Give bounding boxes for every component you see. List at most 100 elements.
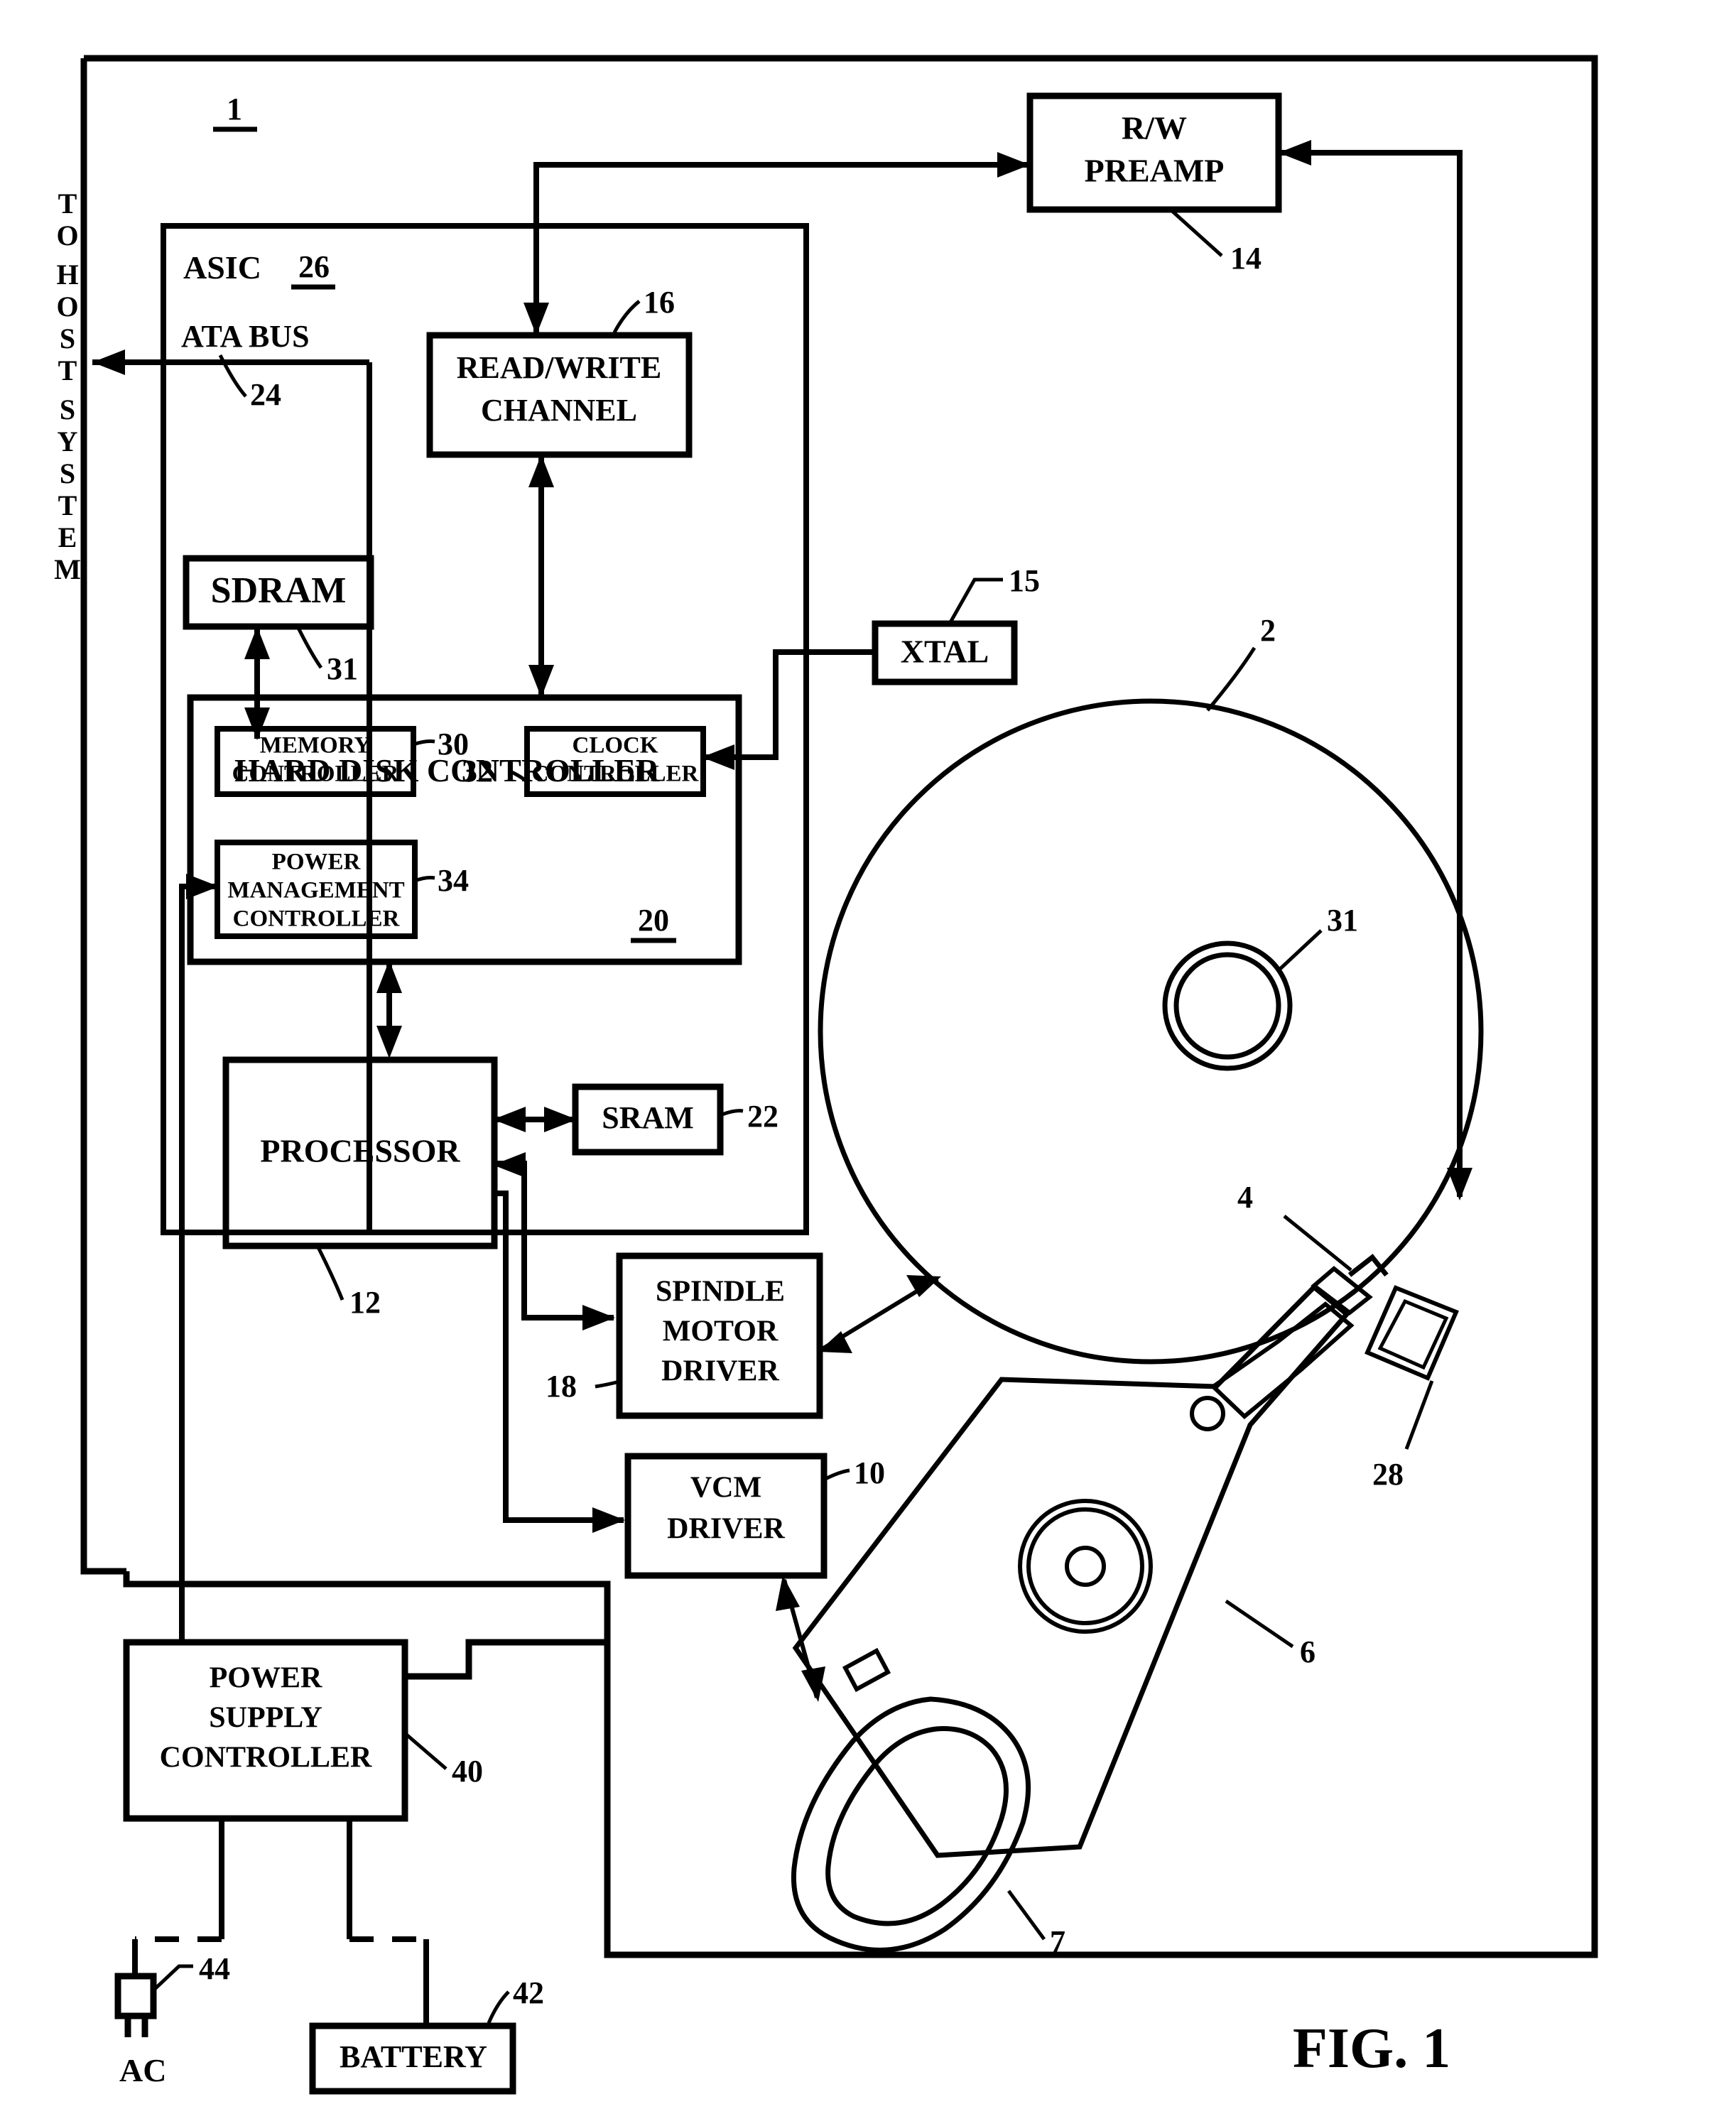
preamp-to-head-line <box>1279 150 1463 1197</box>
vcm-line1: VCM <box>690 1472 761 1504</box>
processor-sram-arrowhead-left <box>493 1107 526 1132</box>
clock-controller-line2: CONTROLLER <box>532 761 700 787</box>
rw-channel-label-line2: CHANNEL <box>481 393 637 428</box>
processor-top-arrowhead <box>376 1026 402 1058</box>
ramp-ref-leader <box>1404 1380 1434 1450</box>
rw-preamp-label-line1: R/W <box>1122 110 1187 146</box>
psc-line2: SUPPLY <box>209 1702 322 1735</box>
ata-bus-label: ATA BUS <box>181 319 310 354</box>
rw-channel-ref: 16 <box>644 285 675 320</box>
power-rail-to-enclosure <box>405 1639 607 1680</box>
coil-arm-bracket <box>842 1647 891 1693</box>
xtal-ref: 15 <box>1009 563 1040 598</box>
battery-label: BATTERY <box>340 2039 487 2074</box>
sram-ref-leader <box>720 1109 744 1117</box>
vcm-input-arrowhead <box>592 1507 625 1533</box>
actuator-arm-ref: 6 <box>1300 1634 1315 1669</box>
memory-controller-ref-leader <box>413 739 435 747</box>
svg-text:S: S <box>60 394 75 425</box>
spindle-line1: SPINDLE <box>656 1276 785 1308</box>
sram-ref: 22 <box>747 1099 779 1134</box>
spindle-ref-leader <box>595 1379 620 1389</box>
pmc-line3: CONTROLLER <box>233 906 401 932</box>
svg-text:S: S <box>60 322 75 354</box>
rw-preamp-ref-leader <box>1171 210 1223 257</box>
head-ref: 4 <box>1237 1180 1253 1215</box>
sdram-arrowhead-up <box>244 627 270 659</box>
memory-controller-line2: CONTROLLER <box>232 761 400 787</box>
preamp-left-arrowhead <box>997 152 1030 178</box>
xtal-ref-leader <box>948 577 1003 624</box>
pmc-ref: 34 <box>438 863 469 898</box>
pmc-line2: MANAGEMENT <box>227 878 404 904</box>
pmc-input-arrowhead <box>186 874 219 899</box>
hdc-ref: 20 <box>638 903 669 938</box>
vcm-ref: 10 <box>854 1455 885 1490</box>
voice-coil-ref: 7 <box>1050 1924 1065 1959</box>
xtal-label: XTAL <box>901 634 989 670</box>
clock-controller-ref: 32 <box>462 754 493 788</box>
svg-text:H: H <box>56 259 78 291</box>
enclosure-left-lower <box>80 58 126 1575</box>
ata-bus-ref: 24 <box>250 377 281 412</box>
actuator-pivot-mid <box>1026 1507 1144 1625</box>
svg-text:M: M <box>54 553 81 585</box>
spindle-line3: DRIVER <box>661 1355 779 1388</box>
psc-line1: POWER <box>210 1662 322 1695</box>
assembly-ref-1: 1 <box>227 92 242 126</box>
actuator-arm-ref-leader <box>1225 1599 1294 1649</box>
rw-preamp-ref: 14 <box>1230 241 1262 276</box>
spindle-input-arrowhead <box>582 1305 615 1330</box>
spindle-line2: MOTOR <box>663 1316 779 1348</box>
coil-ref-leader <box>1007 1889 1046 1941</box>
spindle-hub-inner <box>1173 952 1281 1060</box>
to-host-system-label: T O H O S T S Y S T E M <box>54 188 81 585</box>
ac-plug-body <box>114 1973 157 2019</box>
psc-ref: 40 <box>452 1754 483 1789</box>
load-unload-ramp <box>1365 1285 1459 1381</box>
memory-controller-line1: MEMORY <box>260 733 371 759</box>
processor-to-spindle-line <box>497 1161 614 1321</box>
processor-ref: 12 <box>349 1285 381 1320</box>
pmc-input-line <box>179 884 217 1641</box>
processor-label: PROCESSOR <box>260 1133 460 1169</box>
svg-text:E: E <box>58 521 77 553</box>
svg-text:T: T <box>58 188 77 219</box>
spindle-hub-ref-leader <box>1277 929 1323 972</box>
figure-1-diagram: 1 T O H O S T S Y S T E M ASIC 26 ATA BU… <box>54 55 1598 2095</box>
disk-platter <box>818 698 1484 1365</box>
preamp-to-channel-line <box>533 162 1030 334</box>
hdc-top-arrowhead-channel <box>528 665 554 698</box>
asic-ref: 26 <box>298 249 330 284</box>
spindle-ref: 18 <box>546 1369 577 1404</box>
rw-channel-ref-leader <box>612 300 641 334</box>
processor-right-arrowhead-lower <box>493 1152 526 1178</box>
svg-text:T: T <box>58 489 77 521</box>
actuator-pivot-outer <box>1018 1499 1153 1634</box>
asic-title: ASIC <box>183 249 261 286</box>
psc-ref-leader <box>403 1732 447 1770</box>
ac-plug-ref: 44 <box>199 1951 230 1986</box>
svg-text:S: S <box>60 457 75 489</box>
sdram-ref-leader <box>296 627 323 669</box>
head-ref-leader <box>1283 1215 1352 1271</box>
channel-bottom-arrowhead <box>528 455 554 487</box>
vcm-line2: DRIVER <box>667 1513 785 1546</box>
clock-ctrl-arrowhead <box>702 744 734 770</box>
pmc-line1: POWER <box>272 850 362 875</box>
battery-ref: 42 <box>513 1975 544 2010</box>
psc-line3: CONTROLLER <box>160 1742 372 1774</box>
processor-ref-leader <box>316 1246 345 1301</box>
ac-plug-ref-leader <box>153 1964 193 1990</box>
xtal-to-clock-line <box>703 649 875 760</box>
ata-bus-line <box>92 359 372 1232</box>
clock-controller-line1: CLOCK <box>572 733 658 759</box>
svg-text:O: O <box>56 219 78 251</box>
battery-ref-leader <box>487 1990 510 2024</box>
disk-ref: 2 <box>1260 613 1276 648</box>
spindle-hub-ref: 31 <box>1327 903 1358 938</box>
svg-text:T: T <box>58 354 77 386</box>
ata-bus-arrowhead <box>92 349 125 375</box>
ramp-ref: 28 <box>1372 1457 1404 1492</box>
sram-label: SRAM <box>602 1100 694 1135</box>
